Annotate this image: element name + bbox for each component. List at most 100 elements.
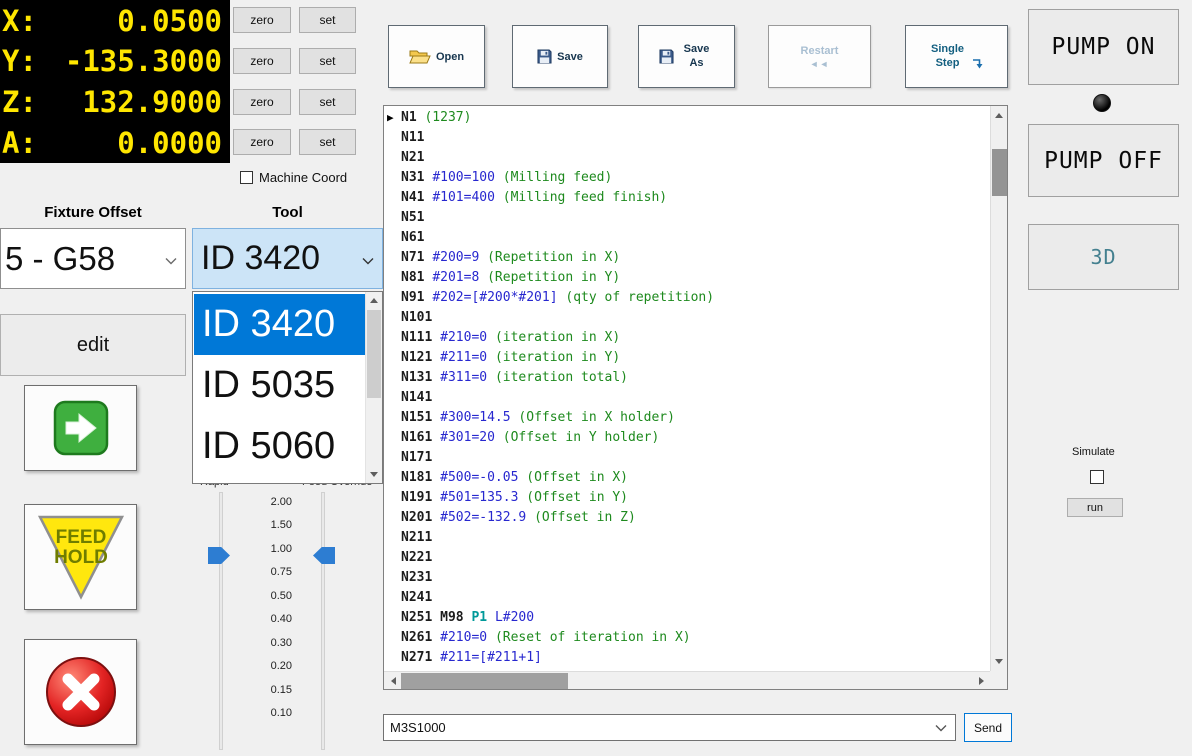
gcode-line: N61 (401, 228, 990, 248)
tool-option[interactable]: ID 5060 (194, 416, 366, 477)
rapid-override-slider-handle[interactable] (208, 547, 230, 564)
abort-button[interactable] (24, 639, 137, 745)
gcode-line: N21 (401, 148, 990, 168)
tool-option[interactable]: ID 5035 (194, 355, 366, 416)
set-button[interactable]: set (299, 129, 356, 155)
gcode-token: N41 (401, 190, 424, 205)
dro-axis-row: X:0.0500 (0, 0, 230, 41)
gcode-line: N141 (401, 388, 990, 408)
tool-option[interactable]: ID 3420 (194, 294, 366, 355)
gcode-token: #210=0 (440, 630, 487, 645)
fixture-offset-combobox[interactable]: 5 - G58 (0, 228, 186, 289)
tool-value: ID 3420 (201, 239, 320, 278)
gcode-token: N251 (401, 610, 432, 625)
gcode-line: N31 #100=100 (Milling feed) (401, 168, 990, 188)
run-button[interactable]: run (1067, 498, 1123, 517)
zero-button[interactable]: zero (233, 129, 291, 155)
zero-button[interactable]: zero (233, 89, 291, 115)
step-arrow-icon (971, 57, 984, 70)
send-button[interactable]: Send (964, 713, 1012, 742)
slider-tick-label: 0.20 (236, 661, 292, 672)
floppy-disk-icon (537, 49, 552, 64)
simulate-checkbox[interactable] (1090, 470, 1104, 484)
save-as-button[interactable]: Save As (638, 25, 735, 88)
gcode-line: N191 #501=135.3 (Offset in Y) (401, 488, 990, 508)
gcode-token: N191 (401, 490, 432, 505)
feed-hold-button[interactable]: FEED HOLD (24, 504, 137, 610)
set-button[interactable]: set (299, 48, 356, 74)
gcode-line: N131 #311=0 (iteration total) (401, 368, 990, 388)
execution-cursor-icon: ▶ (387, 108, 394, 128)
open-button[interactable]: Open (388, 25, 485, 88)
gcode-token: N151 (401, 410, 432, 425)
gcode-line: N161 #301=20 (Offset in Y holder) (401, 428, 990, 448)
rapid-override-slider-track[interactable] (219, 492, 223, 750)
tool-dropdown-scrollbar[interactable] (365, 292, 382, 483)
gcode-line: N151 #300=14.5 (Offset in X holder) (401, 408, 990, 428)
gcode-token: N131 (401, 370, 432, 385)
mdi-value: M3S1000 (390, 720, 446, 735)
gcode-token: #211=0 (440, 350, 487, 365)
fixture-edit-button[interactable]: edit (0, 314, 186, 376)
view-3d-button[interactable]: 3D (1028, 224, 1179, 290)
gcode-token: (Offset in X holder) (518, 410, 675, 425)
tool-combobox[interactable]: ID 3420 (192, 228, 383, 289)
gcode-line: N41 #101=400 (Milling feed finish) (401, 188, 990, 208)
scrollbar-thumb[interactable] (367, 310, 381, 398)
save-button[interactable]: Save (512, 25, 608, 88)
feed-override-slider-track[interactable] (321, 492, 325, 750)
mdi-combobox[interactable]: M3S1000 (383, 714, 956, 741)
gcode-token: (Repetition in Y) (487, 270, 620, 285)
scroll-up-icon[interactable] (366, 292, 382, 309)
single-step-button[interactable]: Single Step (905, 25, 1008, 88)
zero-button[interactable]: zero (233, 48, 291, 74)
scroll-left-icon[interactable] (385, 672, 401, 690)
gcode-token: N51 (401, 210, 424, 225)
set-button[interactable]: set (299, 7, 356, 33)
axis-label: A: (2, 126, 37, 160)
gcode-line: N201 #502=-132.9 (Offset in Z) (401, 508, 990, 528)
pump-off-button[interactable]: PUMP OFF (1028, 124, 1179, 197)
gcode-token: N81 (401, 270, 424, 285)
gcode-token: #301=20 (440, 430, 495, 445)
slider-tick-label: 1.00 (236, 544, 292, 555)
zero-button[interactable]: zero (233, 7, 291, 33)
gcode-token: N101 (401, 310, 432, 325)
gcode-editor[interactable]: ▶N1 (1237) N11 N21 N31 #100=100 (Milling… (383, 105, 1008, 690)
save-label: Save (557, 51, 583, 63)
gcode-token: #101=400 (432, 190, 495, 205)
set-button[interactable]: set (299, 89, 356, 115)
slider-tick-label: 0.40 (236, 614, 292, 625)
gcode-token: #300=14.5 (440, 410, 510, 425)
gcode-vertical-scrollbar[interactable] (990, 106, 1007, 671)
slider-ticks: 2.001.501.000.750.500.400.300.200.150.10 (236, 497, 292, 719)
scroll-up-icon[interactable] (991, 107, 1007, 124)
feed-override-slider-handle[interactable] (313, 547, 335, 564)
machine-coord-checkbox[interactable] (240, 171, 253, 184)
gcode-token: (iteration in Y) (495, 350, 620, 365)
scrollbar-thumb[interactable] (992, 149, 1007, 196)
gcode-line: N111 #210=0 (iteration in X) (401, 328, 990, 348)
scroll-down-icon[interactable] (366, 466, 382, 483)
gcode-horizontal-scrollbar[interactable] (384, 671, 990, 689)
scrollbar-thumb[interactable] (401, 673, 568, 689)
gcode-line: N51 (401, 208, 990, 228)
slider-tick-label: 0.10 (236, 708, 292, 719)
machine-coord-option: Machine Coord (240, 170, 347, 185)
cycle-start-button[interactable] (24, 385, 137, 471)
scroll-right-icon[interactable] (973, 672, 989, 690)
slider-tick-label: 0.30 (236, 638, 292, 649)
gcode-line: N181 #500=-0.05 (Offset in X) (401, 468, 990, 488)
gcode-token: N231 (401, 570, 432, 585)
open-label: Open (436, 51, 464, 63)
slider-tick-label: 0.15 (236, 685, 292, 696)
gcode-content[interactable]: ▶N1 (1237) N11 N21 N31 #100=100 (Milling… (384, 106, 990, 671)
axis-label: Y: (2, 44, 37, 78)
restart-button[interactable]: Restart ◄◄ (768, 25, 871, 88)
dro-axis-row: Z:132.9000 (0, 82, 230, 123)
scroll-down-icon[interactable] (991, 653, 1007, 670)
gcode-token: #502=-132.9 (440, 510, 526, 525)
gcode-token: #501=135.3 (440, 490, 518, 505)
gcode-token: N261 (401, 630, 432, 645)
pump-on-button[interactable]: PUMP ON (1028, 9, 1179, 85)
